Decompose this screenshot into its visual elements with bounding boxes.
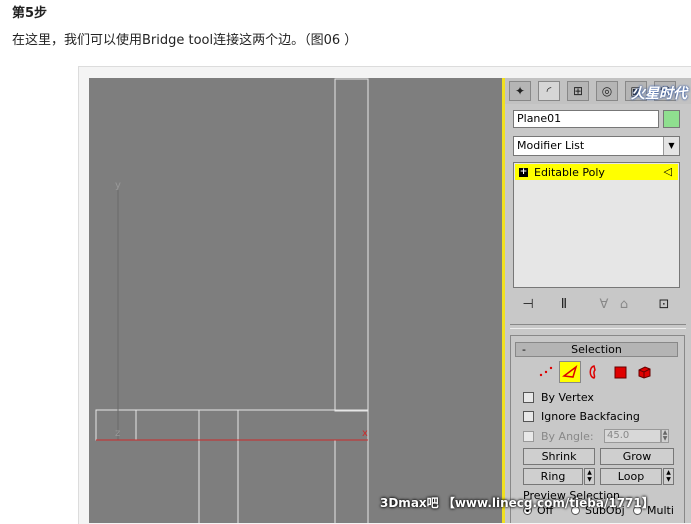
angle-value-field[interactable]: 45.0 <box>604 429 661 443</box>
modifier-stack: + Editable Poly ◁ <box>513 162 680 288</box>
vertical-plane-strip <box>334 78 369 412</box>
step-description: 在这里，我们可以使用Bridge tool连接这两个边。（图06 ） <box>12 33 358 48</box>
stack-item-label: Editable Poly <box>534 165 605 179</box>
shrink-button[interactable]: Shrink <box>523 448 595 465</box>
ignore-backfacing-checkbox[interactable]: Ignore Backfacing <box>523 408 683 424</box>
loop-button[interactable]: Loop <box>600 468 662 485</box>
polygon-icon[interactable] <box>609 361 631 383</box>
perspective-viewport[interactable]: y z x <box>89 78 502 523</box>
site-logo: 火星时代 <box>631 86 687 102</box>
create-icon[interactable]: ✦ <box>509 81 531 101</box>
motion-icon[interactable]: ◎ <box>596 81 618 101</box>
rollout-title: Selection <box>571 343 622 356</box>
angle-spinner[interactable]: ▲ ▼ <box>661 429 669 443</box>
x-axis-label: x <box>362 428 368 439</box>
hierarchy-icon[interactable]: ⊞ <box>567 81 589 101</box>
configure-modifier-sets-icon[interactable]: ⊡ <box>653 294 675 314</box>
loop-spinner[interactable]: ▲ ▼ <box>663 468 674 485</box>
object-name-field[interactable]: Plane01 <box>513 110 659 128</box>
stack-item-editable-poly[interactable]: + Editable Poly ◁ <box>515 164 678 180</box>
remove-modifier-icon[interactable]: ⌂ <box>613 294 635 314</box>
edge-subobject-icon: ◁ <box>663 165 672 178</box>
panel-divider <box>510 324 686 329</box>
ignore-backfacing-label: Ignore Backfacing <box>541 409 640 423</box>
element-icon[interactable] <box>633 361 655 383</box>
site-watermark: 3Dmax吧 【www.linecg.com/tieba/1771】 <box>380 496 654 510</box>
by-angle-label: By Angle: <box>541 429 594 443</box>
show-end-result-icon[interactable]: Ⅱ <box>553 294 575 314</box>
modify-icon[interactable]: ◜ <box>538 81 560 101</box>
modifier-list-dropdown[interactable]: Modifier List ▼ <box>513 136 680 156</box>
vertex-icon[interactable] <box>535 361 557 383</box>
by-angle-checkbox[interactable]: By Angle: 45.0 ▲ ▼ <box>523 428 683 444</box>
grow-button[interactable]: Grow <box>600 448 674 465</box>
z-axis-label: z <box>115 428 120 439</box>
expand-icon[interactable]: + <box>519 167 528 177</box>
object-color-swatch[interactable] <box>663 110 680 128</box>
modifier-list-label: Modifier List <box>517 139 585 152</box>
ring-spinner[interactable]: ▲ ▼ <box>584 468 595 485</box>
step-title: 第5步 <box>12 6 48 21</box>
pin-stack-icon[interactable]: ⊣ <box>517 294 539 314</box>
command-panel-tabs: ✦ ◜ ⊞ ◎ ▣ ⚒ 火星时代 <box>505 78 691 104</box>
horizontal-plane-strip <box>95 409 369 441</box>
viewport-wireframe: y z x <box>95 78 369 523</box>
command-panel: ✦ ◜ ⊞ ◎ ▣ ⚒ 火星时代 Plane01 Modifier List ▼… <box>505 78 691 523</box>
checkbox-box[interactable] <box>523 391 534 403</box>
chevron-down-icon[interactable]: ▼ <box>663 137 679 155</box>
checkbox-box[interactable] <box>523 430 534 442</box>
by-vertex-label: By Vertex <box>541 390 594 404</box>
selection-rollout-header[interactable]: - Selection <box>515 342 678 357</box>
by-vertex-checkbox[interactable]: By Vertex <box>523 389 683 405</box>
checkbox-box[interactable] <box>523 410 534 422</box>
y-axis-label: y <box>115 180 121 191</box>
edge-icon[interactable] <box>559 361 581 383</box>
border-icon[interactable] <box>583 361 605 383</box>
stack-toolbar: ⊣ Ⅱ ∀ ⌂ ⊡ <box>513 294 683 316</box>
subobject-level-icons <box>533 361 663 383</box>
make-unique-icon[interactable]: ∀ <box>593 294 615 314</box>
ring-button[interactable]: Ring <box>523 468 583 485</box>
